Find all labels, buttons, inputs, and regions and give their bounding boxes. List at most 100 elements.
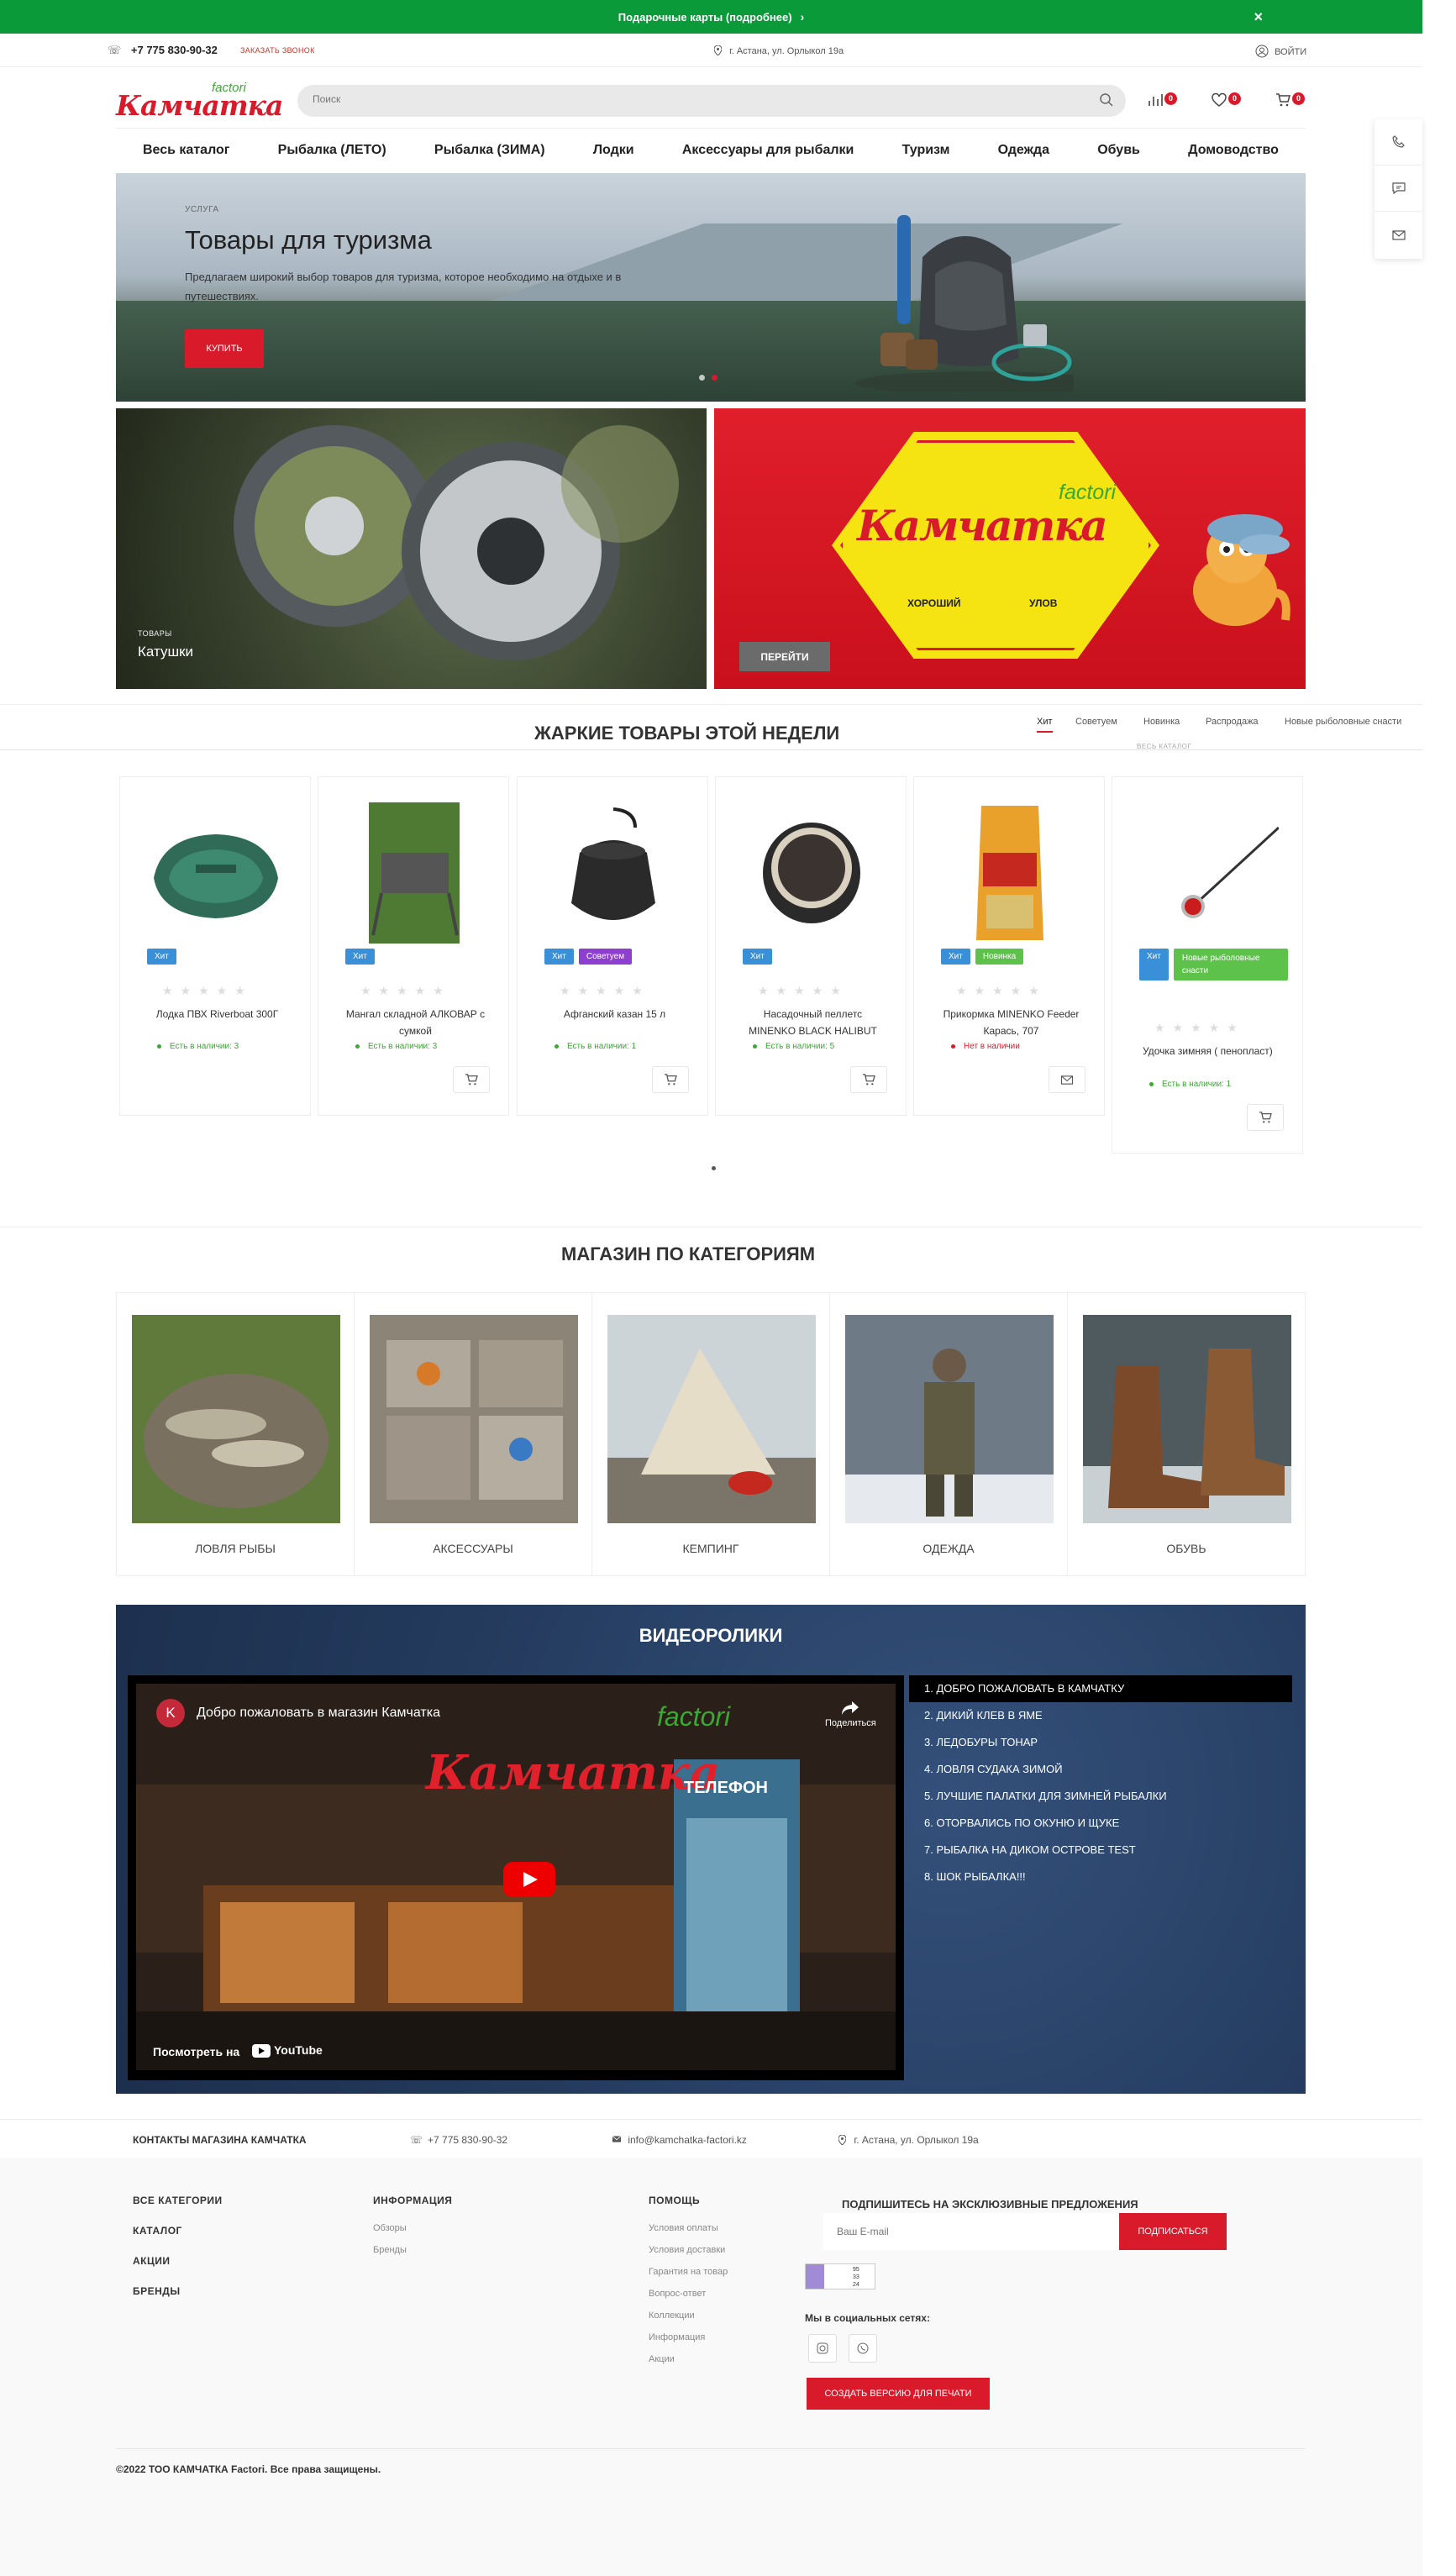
floating-chat-button[interactable]	[1375, 166, 1422, 212]
footer-link[interactable]: Информация	[649, 2332, 728, 2342]
add-to-cart-button[interactable]	[1247, 1104, 1284, 1131]
footer-link-catalog[interactable]: КАТАЛОГ	[133, 2225, 223, 2237]
footer-link[interactable]: Обзоры	[373, 2223, 452, 2233]
nav-tourism[interactable]: Туризм	[902, 143, 950, 166]
hero-dot-1[interactable]	[699, 375, 705, 381]
tab-hit[interactable]: Хит	[1037, 717, 1053, 733]
category-fishing[interactable]: ЛОВЛЯ РЫБЫ	[117, 1293, 355, 1575]
add-to-cart-button[interactable]	[850, 1066, 887, 1093]
footer-link[interactable]: Вопрос-ответ	[649, 2289, 728, 2299]
subscribe-button[interactable]: ПОДПИСАТЬСЯ	[1119, 2213, 1227, 2250]
category-name[interactable]: ОДЕЖДА	[830, 1542, 1067, 1555]
cart-button[interactable]: 0	[1275, 91, 1309, 111]
nav-fishing-summer[interactable]: Рыбалка (ЛЕТО)	[278, 143, 386, 166]
nav-fishing-accessories[interactable]: Аксессуары для рыбалки	[682, 143, 854, 166]
playlist-item[interactable]: 3. ЛЕДОБУРЫ ТОНАР	[909, 1729, 1292, 1756]
youtube-logo[interactable]: YouTube	[252, 2043, 323, 2058]
watch-on-label[interactable]: Посмотреть на	[153, 2045, 239, 2058]
header-phone[interactable]: ☏ +7 775 830-90-32	[108, 44, 218, 57]
product-card[interactable]: Хит Советуем ★★★★★ Афганский казан 15 л Е…	[517, 776, 708, 1116]
floating-call-button[interactable]	[1375, 119, 1422, 166]
product-name[interactable]: Лодка ПВХ Riverboat 300Г	[144, 1006, 291, 1023]
tab-sale[interactable]: Распродажа	[1206, 717, 1259, 727]
product-card[interactable]: Хит ★★★★★ Мангал складной АЛКОВАР с сумк…	[318, 776, 509, 1116]
video-title[interactable]: Добро пожаловать в магазин Камчатка	[197, 1706, 440, 1721]
nav-fishing-winter[interactable]: Рыбалка (ЗИМА)	[434, 143, 545, 166]
footer-link[interactable]: Коллекции	[649, 2311, 728, 2321]
footer-link[interactable]: Бренды	[373, 2245, 452, 2255]
footer-link-promotions[interactable]: АКЦИИ	[133, 2255, 223, 2267]
search-input[interactable]	[313, 93, 1069, 105]
callback-link[interactable]: ЗАКАЗАТЬ ЗВОНОК	[240, 46, 315, 55]
whatsapp-button[interactable]	[849, 2334, 877, 2363]
playlist-item[interactable]: 2. ДИКИЙ КЛЕВ В ЯМЕ	[909, 1702, 1292, 1729]
category-name[interactable]: ЛОВЛЯ РЫБЫ	[117, 1542, 354, 1555]
product-card[interactable]: Хит Новинка ★★★★★ Прикормка MINENKO Feede…	[913, 776, 1105, 1116]
all-catalog-link[interactable]: ВЕСЬ КАТАЛОГ	[1137, 743, 1191, 750]
product-name[interactable]: Афганский казан 15 л	[541, 1006, 688, 1023]
product-card[interactable]: Хит ★★★★★ Лодка ПВХ Riverboat 300Г Есть …	[119, 776, 311, 1116]
tab-new[interactable]: Новинка	[1143, 717, 1180, 727]
play-button[interactable]	[503, 1862, 555, 1897]
search-bar[interactable]	[297, 85, 1126, 117]
logo[interactable]: Камчатка factori	[116, 81, 283, 123]
nav-all-catalog[interactable]: Весь каталог	[143, 143, 229, 166]
footer-link[interactable]: Условия доставки	[649, 2245, 728, 2255]
playlist-item[interactable]: 8. ШОК РЫБАЛКА!!!	[909, 1864, 1292, 1890]
hero-slider[interactable]: УСЛУГА Товары для туризма Предлагаем шир…	[116, 173, 1306, 402]
contacts-email-text[interactable]: info@kamchatka-factori.kz	[628, 2134, 747, 2146]
category-camping[interactable]: КЕМПИНГ	[592, 1293, 830, 1575]
playlist-item[interactable]: 7. РЫБАЛКА НА ДИКОМ ОСТРОВЕ TEST	[909, 1837, 1292, 1864]
footer-link-brands[interactable]: БРЕНДЫ	[133, 2285, 223, 2297]
banner-reels[interactable]: ТОВАРЫ Катушки	[116, 408, 707, 689]
add-to-cart-button[interactable]	[453, 1066, 490, 1093]
promo-text[interactable]: Подарочные карты (подробнее)	[618, 11, 792, 24]
hero-buy-button[interactable]: КУПИТЬ	[185, 329, 264, 368]
playlist-item[interactable]: 6. ОТОРВАЛИСЬ ПО ОКУНЮ И ЩУКЕ	[909, 1810, 1292, 1837]
products-pagination-dot[interactable]	[712, 1166, 716, 1170]
channel-avatar[interactable]: K	[156, 1699, 185, 1727]
banner-brand-go-button[interactable]: ПЕРЕЙТИ	[739, 642, 830, 671]
product-name[interactable]: Насадочный пеллетс MINENKO BLACK HALIBUT	[739, 1006, 886, 1039]
playlist-item[interactable]: 5. ЛУЧШИЕ ПАЛАТКИ ДЛЯ ЗИМНЕЙ РЫБАЛКИ	[909, 1783, 1292, 1810]
add-to-cart-button[interactable]	[652, 1066, 689, 1093]
tab-new-fishing-gear[interactable]: Новые рыболовные снасти	[1285, 717, 1401, 727]
subscribe-email-input[interactable]	[823, 2213, 1119, 2250]
footer-link[interactable]: Гарантия на товар	[649, 2267, 728, 2277]
login-button[interactable]: ВОЙТИ	[1255, 45, 1306, 58]
nav-footwear[interactable]: Обувь	[1097, 143, 1140, 166]
product-name[interactable]: Мангал складной АЛКОВАР с сумкой	[342, 1006, 489, 1039]
category-clothing[interactable]: ОДЕЖДА	[830, 1293, 1068, 1575]
nav-household[interactable]: Домоводство	[1188, 143, 1279, 166]
playlist-item[interactable]: 4. ЛОВЛЯ СУДАКА ЗИМОЙ	[909, 1756, 1292, 1783]
tab-recommended[interactable]: Советуем	[1075, 717, 1117, 727]
category-name[interactable]: ОБУВЬ	[1068, 1542, 1305, 1555]
contacts-phone-text[interactable]: +7 775 830-90-32	[428, 2134, 507, 2146]
login-label[interactable]: ВОЙТИ	[1275, 47, 1306, 57]
contacts-email[interactable]: info@kamchatka-factori.kz	[612, 2134, 747, 2146]
category-name[interactable]: КЕМПИНГ	[592, 1542, 829, 1555]
notify-button[interactable]	[1049, 1066, 1085, 1093]
nav-clothing[interactable]: Одежда	[998, 143, 1049, 166]
playlist-item[interactable]: 1. ДОБРО ПОЖАЛОВАТЬ В КАМЧАТКУ	[909, 1675, 1292, 1702]
category-accessories[interactable]: АКСЕССУАРЫ	[355, 1293, 592, 1575]
category-footwear[interactable]: ОБУВЬ	[1068, 1293, 1305, 1575]
footer-link[interactable]: Условия оплаты	[649, 2223, 728, 2233]
floating-mail-button[interactable]	[1375, 212, 1422, 258]
contacts-phone[interactable]: ☏ +7 775 830-90-32	[410, 2134, 507, 2146]
close-icon[interactable]: ×	[1254, 8, 1263, 26]
share-button[interactable]: Поделиться	[825, 1701, 876, 1728]
print-version-button[interactable]: СОЗДАТЬ ВЕРСИЮ ДЛЯ ПЕЧАТИ	[807, 2378, 990, 2410]
product-name[interactable]: Прикормка MINENKO Feeder Карась, 707	[938, 1006, 1085, 1039]
promo-bar[interactable]: Подарочные карты (подробнее) › ×	[0, 0, 1422, 34]
footer-link[interactable]: Акции	[649, 2354, 728, 2364]
nav-boats[interactable]: Лодки	[593, 143, 634, 166]
banner-brand[interactable]: Камчатка factori ХОРОШИЙ УЛОВ ПЕРЕЙТИ	[714, 408, 1306, 689]
product-card[interactable]: Хит Новые рыболовные снасти ★★★★★ Удочка …	[1112, 776, 1303, 1154]
favorites-button[interactable]: 0	[1212, 91, 1245, 111]
visit-counter[interactable]: 95 33 24	[805, 2263, 875, 2289]
hero-dot-2[interactable]	[712, 375, 717, 381]
search-icon[interactable]	[1099, 92, 1114, 108]
category-name[interactable]: АКСЕССУАРЫ	[355, 1542, 591, 1555]
instagram-button[interactable]	[808, 2334, 837, 2363]
